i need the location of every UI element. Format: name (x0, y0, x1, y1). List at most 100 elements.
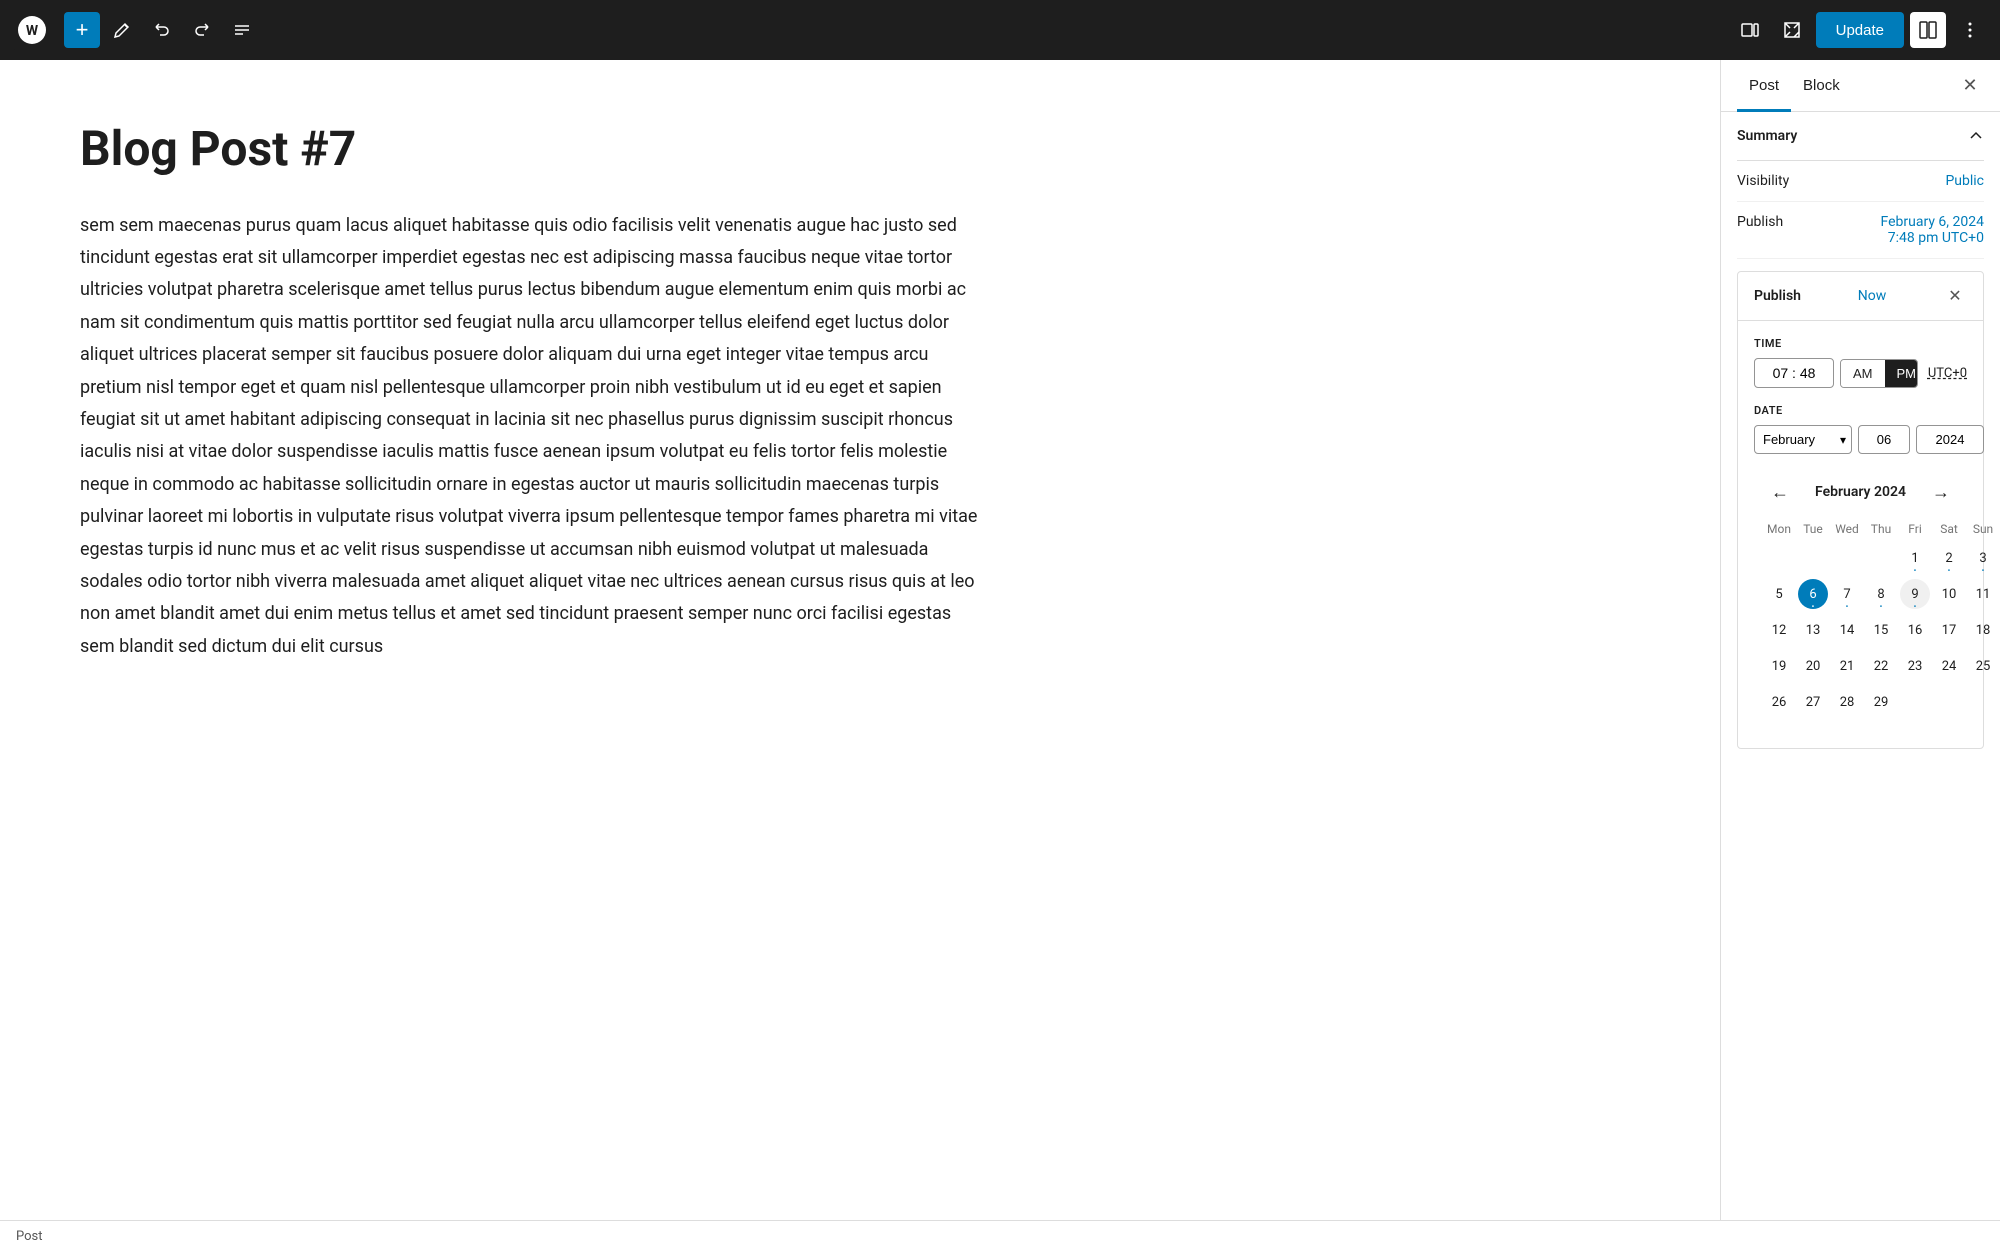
calendar-day (1864, 540, 1898, 576)
svg-text:W: W (26, 23, 39, 39)
publish-panel-title: Publish (1754, 288, 1801, 304)
post-title[interactable]: Blog Post #7 (80, 120, 1640, 178)
calendar-day[interactable]: 1 (1898, 540, 1932, 576)
calendar-day (1966, 684, 2000, 720)
update-button[interactable]: Update (1816, 12, 1904, 48)
month-select-wrap: January February March April May June Ju… (1754, 425, 1852, 454)
publish-label: Publish (1737, 214, 1783, 230)
publish-panel-close-button[interactable]: ✕ (1943, 284, 1967, 308)
cal-header-sun: Sun (1966, 518, 2000, 540)
editor-area: Blog Post #7 sem sem maecenas purus quam… (0, 60, 1720, 1220)
pm-button[interactable]: PM (1885, 360, 1918, 387)
calendar-day[interactable]: 28 (1830, 684, 1864, 720)
toolbar-right: Update (1732, 12, 1988, 48)
calendar-day[interactable]: 12 (1762, 612, 1796, 648)
post-content[interactable]: sem sem maecenas purus quam lacus alique… (80, 210, 980, 663)
edit-mode-button[interactable] (104, 12, 140, 48)
calendar-day[interactable]: 23 (1898, 648, 1932, 684)
view-post-button[interactable] (1774, 12, 1810, 48)
calendar-day (1932, 684, 1966, 720)
visibility-row: Visibility Public (1737, 161, 1984, 202)
date-row: January February March April May June Ju… (1754, 425, 1967, 454)
calendar-prev-button[interactable]: ← (1766, 478, 1794, 506)
calendar-day (1762, 540, 1796, 576)
calendar-next-button[interactable]: → (1927, 478, 1955, 506)
more-options-button[interactable] (1952, 12, 1988, 48)
day-input[interactable] (1858, 425, 1910, 454)
calendar-day[interactable]: 29 (1864, 684, 1898, 720)
undo-button[interactable] (144, 12, 180, 48)
calendar-grid: Mon Tue Wed Thu Fri Sat Sun 123456789101… (1762, 518, 2000, 720)
publish-panel-header: Publish Now ✕ (1738, 272, 1983, 321)
calendar-day (1898, 684, 1932, 720)
calendar-nav: ← February 2024 → (1762, 470, 1959, 514)
calendar-day[interactable]: 14 (1830, 612, 1864, 648)
am-pm-group: AM PM (1840, 359, 1918, 388)
summary-section: Summary Visibility Public Publish Februa… (1721, 112, 2000, 259)
settings-toggle-button[interactable] (1910, 12, 1946, 48)
status-label: Post (16, 1229, 43, 1244)
add-block-button[interactable]: + (64, 12, 100, 48)
calendar-day[interactable]: 3 (1966, 540, 2000, 576)
time-label: TIME (1754, 337, 1967, 350)
calendar-day[interactable]: 2 (1932, 540, 1966, 576)
calendar-day[interactable]: 16 (1898, 612, 1932, 648)
calendar-day[interactable]: 17 (1932, 612, 1966, 648)
sidebar-close-button[interactable]: ✕ (1956, 72, 1984, 100)
publish-date-line1: February 6, 2024 (1881, 214, 1985, 230)
calendar: ← February 2024 → Mon Tue Wed Thu Fri (1754, 470, 1967, 732)
calendar-month-title: February 2024 (1815, 484, 1906, 500)
collapse-icon (1968, 128, 1984, 144)
publish-panel-body: TIME AM PM UTC+0 DATE January Februa (1738, 321, 1983, 748)
calendar-day[interactable]: 15 (1864, 612, 1898, 648)
summary-title: Summary (1737, 128, 1797, 144)
calendar-day[interactable]: 20 (1796, 648, 1830, 684)
visibility-label: Visibility (1737, 173, 1789, 189)
toolbar: W + Update (0, 0, 2000, 60)
cal-header-fri: Fri (1898, 518, 1932, 540)
redo-button[interactable] (184, 12, 220, 48)
time-hours-input[interactable] (1754, 358, 1834, 388)
document-overview-button[interactable] (224, 12, 260, 48)
calendar-day[interactable]: 27 (1796, 684, 1830, 720)
cal-header-tue: Tue (1796, 518, 1830, 540)
am-button[interactable]: AM (1841, 360, 1885, 387)
calendar-day[interactable]: 11 (1966, 576, 2000, 612)
calendar-day[interactable]: 18 (1966, 612, 2000, 648)
publish-now-link[interactable]: Now (1858, 288, 1887, 304)
calendar-day[interactable]: 7 (1830, 576, 1864, 612)
calendar-day[interactable]: 8 (1864, 576, 1898, 612)
month-select[interactable]: January February March April May June Ju… (1754, 425, 1852, 454)
calendar-day[interactable]: 5 (1762, 576, 1796, 612)
utc-label[interactable]: UTC+0 (1928, 366, 1967, 381)
calendar-day[interactable]: 22 (1864, 648, 1898, 684)
calendar-day[interactable]: 19 (1762, 648, 1796, 684)
year-input[interactable] (1916, 425, 1984, 454)
time-row: AM PM UTC+0 (1754, 358, 1967, 388)
calendar-day[interactable]: 13 (1796, 612, 1830, 648)
calendar-day[interactable]: 21 (1830, 648, 1864, 684)
calendar-day (1830, 540, 1864, 576)
cal-header-sat: Sat (1932, 518, 1966, 540)
wp-logo: W (12, 10, 52, 50)
calendar-day[interactable]: 26 (1762, 684, 1796, 720)
publish-date-value[interactable]: February 6, 2024 7:48 pm UTC+0 (1881, 214, 1985, 246)
publish-date-line2: 7:48 pm UTC+0 (1888, 230, 1984, 246)
calendar-day[interactable]: 25 (1966, 648, 2000, 684)
tab-block[interactable]: Block (1791, 60, 1852, 112)
calendar-day (1796, 540, 1830, 576)
calendar-day[interactable]: 9 (1898, 576, 1932, 612)
preview-mode-button[interactable] (1732, 12, 1768, 48)
tab-post[interactable]: Post (1737, 60, 1791, 112)
cal-header-mon: Mon (1762, 518, 1796, 540)
calendar-day[interactable]: 10 (1932, 576, 1966, 612)
sidebar-tabs: Post Block ✕ (1721, 60, 2000, 112)
calendar-day[interactable]: 24 (1932, 648, 1966, 684)
visibility-value[interactable]: Public (1945, 173, 1984, 189)
status-bar: Post (0, 1220, 2000, 1252)
cal-header-wed: Wed (1830, 518, 1864, 540)
publish-row: Publish February 6, 2024 7:48 pm UTC+0 (1737, 202, 1984, 259)
calendar-day[interactable]: 6 (1796, 576, 1830, 612)
summary-header[interactable]: Summary (1737, 112, 1984, 161)
sidebar: Post Block ✕ Summary Visibility Public P… (1720, 60, 2000, 1220)
